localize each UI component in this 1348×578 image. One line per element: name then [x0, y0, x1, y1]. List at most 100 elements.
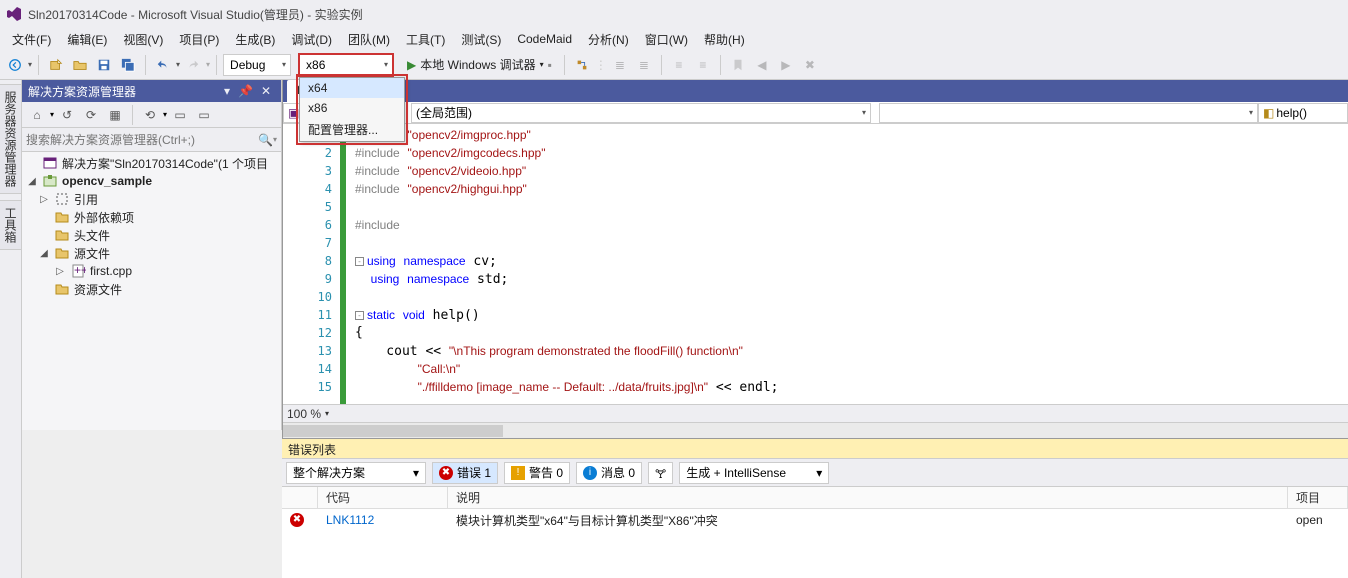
- editor-statusbar: 100 % ▾: [283, 404, 1348, 422]
- step-icon[interactable]: [571, 54, 593, 76]
- main-toolbar: ▾ ▾ ▾ Debug ▾ x86 ▾ x64 x86 配置管理器... ▶ 本…: [0, 50, 1348, 80]
- error-source-combo[interactable]: 生成 + IntelliSense ▾: [679, 462, 829, 484]
- nav-scope-combo[interactable]: (全局范围) ▾: [411, 103, 871, 123]
- tree-item[interactable]: ▷引用: [22, 190, 281, 208]
- error-scope-combo[interactable]: 整个解决方案 ▾: [286, 462, 426, 484]
- chevron-down-icon: ▾: [282, 60, 286, 69]
- bookmark-next-icon[interactable]: ▶: [775, 54, 797, 76]
- platform-option-x86[interactable]: x86: [300, 98, 404, 118]
- code-area[interactable]: 123456789101112131415 #include "opencv2/…: [283, 124, 1348, 404]
- indent-icon[interactable]: ≣: [633, 54, 655, 76]
- warning-icon: !: [511, 466, 525, 480]
- tree-item[interactable]: ◢源文件: [22, 244, 281, 262]
- tree-item[interactable]: 解决方案"Sln20170314Code"(1 个项目: [22, 154, 281, 172]
- scrollbar-thumb[interactable]: [283, 425, 503, 437]
- col-proj[interactable]: 项目: [1288, 487, 1348, 508]
- show-all-icon[interactable]: ▦: [104, 104, 126, 126]
- solution-explorer-title: 解决方案资源管理器: [28, 83, 136, 100]
- nav-spacer: ▾: [879, 103, 1258, 123]
- save-all-icon[interactable]: [117, 54, 139, 76]
- menu-window[interactable]: 窗口(W): [639, 29, 694, 50]
- pin-icon[interactable]: 📌: [234, 84, 257, 98]
- tree-item[interactable]: 资源文件: [22, 280, 281, 298]
- solution-tree: 解决方案"Sln20170314Code"(1 个项目◢opencv_sampl…: [22, 152, 281, 430]
- menu-edit[interactable]: 编辑(E): [61, 29, 113, 50]
- home-icon[interactable]: ⌂: [26, 104, 48, 126]
- solution-config-combo[interactable]: Debug ▾: [223, 54, 291, 76]
- solution-platform-combo[interactable]: x86 ▾ x64 x86 配置管理器...: [299, 54, 393, 76]
- errors-tab[interactable]: ✖ 错误 1: [432, 462, 498, 484]
- window-titlebar: Sln20170314Code - Microsoft Visual Studi…: [0, 0, 1348, 28]
- menu-project[interactable]: 项目(P): [173, 29, 225, 50]
- start-debug-button[interactable]: ▶ 本地 Windows 调试器 ▾ ▪: [401, 54, 558, 76]
- menu-debug[interactable]: 调试(D): [285, 29, 338, 50]
- outdent-icon[interactable]: ≣: [609, 54, 631, 76]
- platform-dropdown-popup: x64 x86 配置管理器...: [299, 77, 405, 142]
- bookmark-prev-icon[interactable]: ◀: [751, 54, 773, 76]
- sync-icon[interactable]: ⟳: [80, 104, 102, 126]
- solution-explorer-search-input[interactable]: [26, 133, 258, 147]
- platform-option-x64[interactable]: x64: [300, 78, 404, 98]
- menu-tools[interactable]: 工具(T): [400, 29, 451, 50]
- nav-member-label: help(): [1276, 106, 1307, 120]
- collapse-icon[interactable]: ↺: [56, 104, 78, 126]
- bookmark-icon[interactable]: [727, 54, 749, 76]
- open-file-icon[interactable]: [69, 54, 91, 76]
- new-project-icon[interactable]: [45, 54, 67, 76]
- menu-view[interactable]: 视图(V): [117, 29, 169, 50]
- nav-member-combo[interactable]: ◧ help(): [1258, 103, 1348, 123]
- solution-platform-value: x86: [306, 58, 325, 72]
- menu-help[interactable]: 帮助(H): [698, 29, 751, 50]
- save-icon[interactable]: [93, 54, 115, 76]
- redo-icon[interactable]: [182, 54, 204, 76]
- solution-explorer-titlebar: 解决方案资源管理器 ▾ 📌 ✕: [22, 80, 281, 102]
- window-title: Sln20170314Code - Microsoft Visual Studi…: [28, 6, 363, 23]
- error-icon: ✖: [439, 466, 453, 480]
- line-number-gutter: 123456789101112131415: [283, 124, 341, 404]
- undo-icon[interactable]: [152, 54, 174, 76]
- start-debug-label: 本地 Windows 调试器: [420, 56, 535, 73]
- error-source-label: 生成 + IntelliSense: [686, 464, 786, 481]
- editor-navbar: ▣ opencv ▾ (全局范围) ▾ ▾ ◧ help(): [283, 102, 1348, 124]
- horizontal-scrollbar[interactable]: [283, 422, 1348, 438]
- tree-item[interactable]: 外部依赖项: [22, 208, 281, 226]
- menu-codemaid[interactable]: CodeMaid: [511, 30, 578, 48]
- warnings-count-label: 警告 0: [529, 464, 563, 481]
- uncomment-icon[interactable]: ≡: [692, 54, 714, 76]
- tree-item[interactable]: ▷++first.cpp: [22, 262, 281, 280]
- messages-tab[interactable]: i 消息 0: [576, 462, 642, 484]
- menu-team[interactable]: 团队(M): [342, 29, 396, 50]
- bookmark-clear-icon[interactable]: ✖: [799, 54, 821, 76]
- chevron-down-icon: ▾: [384, 60, 388, 69]
- error-list-toolbar: 整个解决方案 ▾ ✖ 错误 1 ! 警告 0 i 消息 0 🝖 生成 + Int…: [282, 459, 1348, 487]
- properties-icon[interactable]: ▭: [169, 104, 191, 126]
- zoom-level[interactable]: 100 %: [287, 407, 321, 421]
- tree-item[interactable]: 头文件: [22, 226, 281, 244]
- menu-build[interactable]: 生成(B): [229, 29, 281, 50]
- warnings-tab[interactable]: ! 警告 0: [504, 462, 570, 484]
- refresh-icon[interactable]: ⟲: [139, 104, 161, 126]
- menu-bar: 文件(F) 编辑(E) 视图(V) 项目(P) 生成(B) 调试(D) 团队(M…: [0, 28, 1348, 50]
- toolbox-tab[interactable]: 工具箱: [0, 200, 22, 250]
- platform-option-config-manager[interactable]: 配置管理器...: [300, 118, 404, 141]
- comment-icon[interactable]: ≡: [668, 54, 690, 76]
- info-icon: i: [583, 466, 597, 480]
- server-explorer-tab[interactable]: 服务器资源管理器: [0, 84, 22, 194]
- error-list-header: 代码 说明 项目: [282, 487, 1348, 509]
- menu-file[interactable]: 文件(F): [6, 29, 57, 50]
- nav-back-button[interactable]: [4, 54, 26, 76]
- code-lines[interactable]: #include "opencv2/imgproc.hpp"#include "…: [341, 124, 1348, 404]
- error-row[interactable]: ✖LNK1112模块计算机类型"x64"与目标计算机类型"X86"冲突open: [282, 509, 1348, 531]
- col-code[interactable]: 代码: [318, 487, 448, 508]
- tree-item[interactable]: ◢opencv_sample: [22, 172, 281, 190]
- preview-icon[interactable]: ▭: [193, 104, 215, 126]
- error-list-panel: 错误列表 整个解决方案 ▾ ✖ 错误 1 ! 警告 0 i 消息 0 🝖 生成 …: [282, 438, 1348, 578]
- menu-analyze[interactable]: 分析(N): [582, 29, 635, 50]
- menu-test[interactable]: 测试(S): [455, 29, 507, 50]
- solution-config-value: Debug: [230, 58, 265, 72]
- col-desc[interactable]: 说明: [448, 487, 1288, 508]
- solution-explorer-search[interactable]: 🔍 ▾: [22, 128, 281, 152]
- filter-button[interactable]: 🝖: [648, 462, 673, 484]
- close-icon[interactable]: ✕: [257, 84, 275, 98]
- panel-dropdown-icon[interactable]: ▾: [220, 84, 234, 98]
